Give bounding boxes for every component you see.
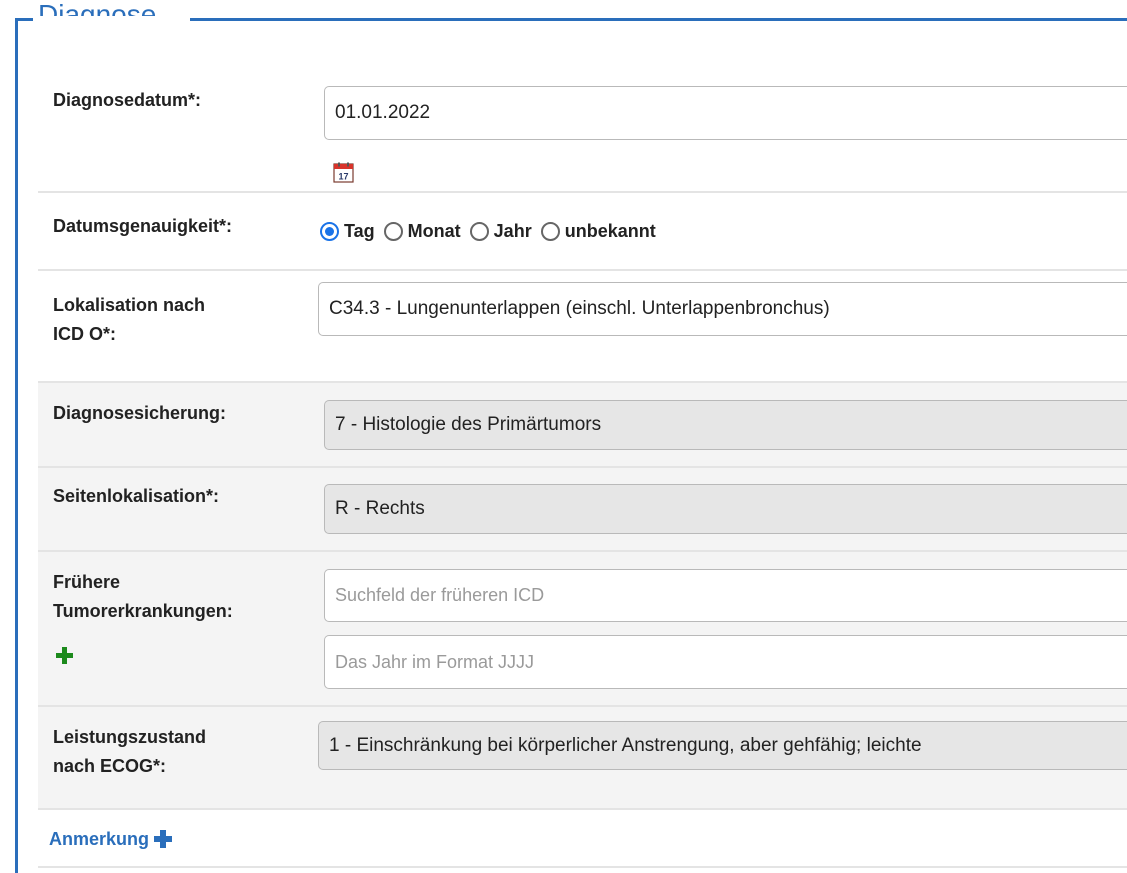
row-diagnosedatum: Diagnosedatum*: 01.01.2022 17	[38, 70, 1127, 193]
radio-tag-label: Tag	[344, 220, 375, 241]
fieldset-border-left	[15, 18, 18, 873]
seitenlokalisation-field: R - Rechts	[324, 484, 1127, 534]
radio-monat-label: Monat	[407, 220, 461, 241]
anmerkung-label: Anmerkung	[49, 829, 150, 849]
leistungszustand-label-line1: Leistungszustand	[53, 727, 207, 747]
radio-unbekannt-label: unbekannt	[564, 220, 656, 241]
leistungszustand-select[interactable]: 1 - Einschränkung bei körperlicher Anstr…	[318, 721, 1127, 770]
row-lokalisation: Lokalisation nach ICD O*: C34.3 - Lungen…	[38, 271, 1127, 383]
diagnosedatum-label: Diagnosedatum*:	[53, 90, 202, 110]
leistungszustand-label-line2: nach ECOG*:	[53, 756, 167, 776]
fruehere-label-line1: Frühere	[53, 572, 121, 592]
lokalisation-label-line2: ICD O*:	[53, 324, 116, 344]
row-datumsgenauigkeit: Datumsgenauigkeit*: Tag Monat Jahr unbek…	[38, 193, 1127, 271]
row-anmerkung	[38, 810, 1127, 868]
row-diagnosesicherung: Diagnosesicherung: 7 - Histologie des Pr…	[38, 383, 1127, 468]
row-fruehere-tumorerkrankungen: Frühere Tumorerkrankungen: Suchfeld der …	[38, 552, 1127, 707]
diagnosesicherung-field: 7 - Histologie des Primärtumors	[324, 400, 1127, 450]
lokalisation-label-line1: Lokalisation nach	[53, 295, 206, 315]
fruehere-label: Frühere Tumorerkrankungen:	[53, 568, 233, 626]
diagnosesicherung-label: Diagnosesicherung:	[53, 403, 227, 423]
fieldset-legend: Diagnose	[38, 0, 157, 16]
row-leistungszustand: Leistungszustand nach ECOG*: 1 - Einschr…	[38, 707, 1127, 810]
fruehere-label-line2: Tumorerkrankungen:	[53, 601, 233, 621]
radio-unbekannt[interactable]: unbekannt	[540, 220, 656, 242]
radio-circle[interactable]	[383, 221, 403, 241]
radio-circle[interactable]	[540, 221, 560, 241]
anmerkung-add-link[interactable]: Anmerkung	[49, 827, 173, 851]
radio-tag[interactable]: Tag	[320, 221, 375, 242]
lokalisation-select[interactable]: C34.3 - Lungenunterlappen (einschl. Unte…	[318, 282, 1127, 336]
plus-icon[interactable]	[154, 830, 173, 848]
radio-jahr[interactable]: Jahr	[469, 220, 532, 242]
fieldset-border-top	[190, 18, 1127, 21]
leistungszustand-label: Leistungszustand nach ECOG*:	[53, 723, 206, 781]
datumsgenauigkeit-label: Datumsgenauigkeit*:	[53, 216, 233, 236]
calendar-day-text: 17	[338, 172, 348, 182]
radio-jahr-label: Jahr	[493, 220, 532, 241]
radio-circle[interactable]	[469, 221, 489, 241]
radio-circle-checked[interactable]	[320, 221, 339, 241]
fieldset-border-top	[15, 18, 33, 21]
datumsgenauigkeit-radio-group: Tag Monat Jahr unbekannt	[320, 193, 665, 269]
diagnosedatum-input[interactable]: 01.01.2022	[324, 86, 1127, 140]
radio-monat[interactable]: Monat	[383, 220, 461, 242]
add-tumorerkrankung-plus-icon[interactable]	[55, 646, 74, 665]
fruehere-year-input[interactable]: Das Jahr im Format JJJJ	[324, 635, 1127, 689]
seitenlokalisation-label: Seitenlokalisation*:	[53, 486, 220, 506]
calendar-icon[interactable]: 17	[333, 162, 354, 183]
lokalisation-label: Lokalisation nach ICD O*:	[53, 291, 205, 349]
fruehere-icd-search-input[interactable]: Suchfeld der früheren ICD	[324, 569, 1127, 622]
row-seitenlokalisation: Seitenlokalisation*: R - Rechts	[38, 468, 1127, 552]
